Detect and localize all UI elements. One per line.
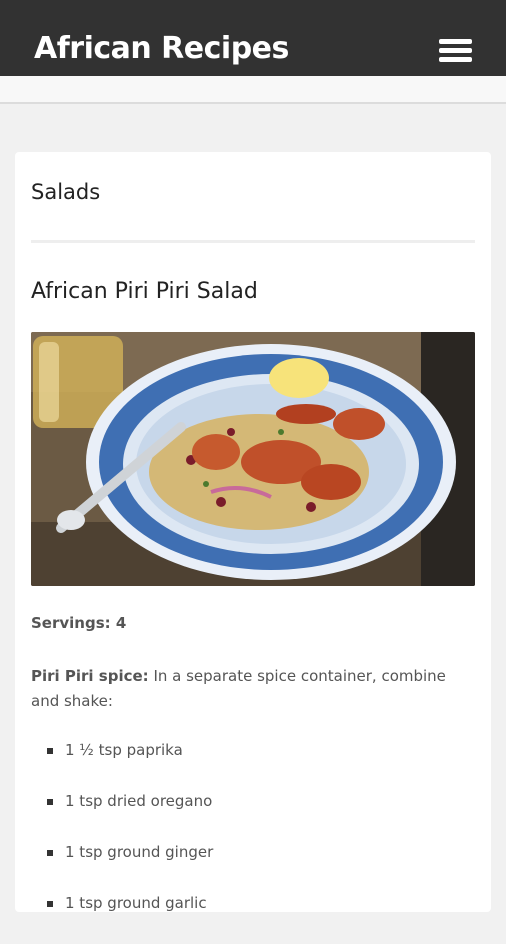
app-bar: African Recipes	[0, 0, 506, 76]
servings-text: Servings: 4	[31, 614, 127, 632]
content-card: Salads African Piri Piri Salad Servings:…	[15, 152, 491, 912]
menu-icon-bar	[439, 57, 472, 62]
divider	[31, 240, 475, 243]
section-title: Salads	[31, 180, 101, 204]
recipe-title: African Piri Piri Salad	[31, 279, 258, 304]
ingredient-item: 1 tsp ground garlic	[47, 893, 213, 944]
recipe-photo	[31, 332, 475, 586]
menu-icon[interactable]	[432, 34, 478, 74]
app-title: African Recipes	[34, 31, 289, 66]
ingredient-item: 1 tsp ground ginger	[47, 842, 213, 893]
menu-icon-bar	[439, 48, 472, 53]
sub-header-bar	[0, 76, 506, 104]
ingredient-list: 1 ½ tsp paprika 1 tsp dried oregano 1 ts…	[47, 740, 213, 944]
menu-icon-bar	[439, 39, 472, 44]
ingredient-item: 1 tsp dried oregano	[47, 791, 213, 842]
spice-label: Piri Piri spice:	[31, 667, 149, 685]
spice-paragraph: Piri Piri spice: In a separate spice con…	[31, 664, 475, 714]
ingredient-item: 1 ½ tsp paprika	[47, 740, 213, 791]
